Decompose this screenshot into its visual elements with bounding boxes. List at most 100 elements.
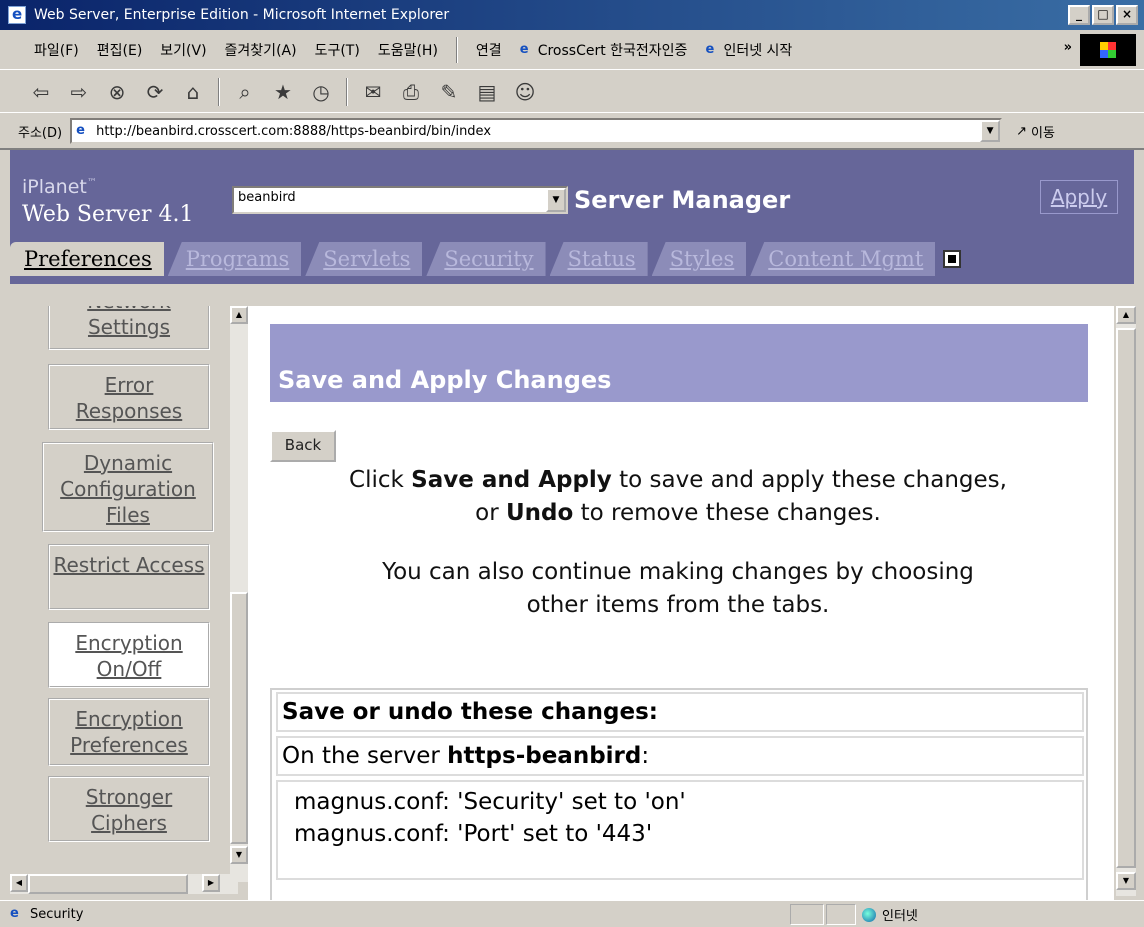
menu-help[interactable]: 도움말(H) (378, 40, 438, 60)
sidebar-item-network-settings[interactable]: Network Settings (48, 306, 210, 350)
scrollbar-thumb[interactable] (1116, 328, 1136, 868)
history-icon[interactable]: ◷ (308, 79, 334, 105)
changes-server-line: On the server https-beanbird: (276, 736, 1084, 776)
internet-globe-icon (862, 907, 876, 922)
menu-tools[interactable]: 도구(T) (315, 40, 360, 60)
content-header-bar: Save and Apply Changes (270, 324, 1088, 402)
status-bar: e Security 인터넷 (0, 900, 1144, 927)
scroll-left-icon[interactable]: ◀ (10, 874, 28, 892)
scroll-up-icon[interactable]: ▲ (230, 306, 248, 324)
mail-icon[interactable]: ✉ (360, 79, 386, 105)
menu-view[interactable]: 보기(V) (160, 40, 206, 60)
sidebar-item-restrict-access[interactable]: Restrict Access (48, 544, 210, 610)
back-button[interactable]: Back (270, 430, 336, 462)
links-overflow-chevron-icon[interactable]: » (1064, 40, 1072, 55)
link-crosscert[interactable]: e CrossCert 한국전자인증 (520, 40, 688, 60)
menu-edit[interactable]: 편집(E) (97, 40, 143, 60)
server-suffix: : (641, 743, 650, 769)
sidebar-item-dynamic-config[interactable]: Dynamic Configuration Files (42, 442, 214, 532)
changes-title: Save or undo these changes: (276, 692, 1084, 732)
instructions-text: Click Save and Apply to save and apply t… (348, 464, 1008, 622)
tab-status[interactable]: Status (549, 242, 648, 276)
tab-scroll-icon[interactable] (943, 250, 962, 268)
msg-mid: to save and apply these changes, (611, 467, 1007, 493)
msg-save-apply: Save and Apply (411, 467, 612, 493)
apply-button[interactable]: Apply (1040, 180, 1118, 214)
sidebar-item-stronger-ciphers[interactable]: Stronger Ciphers (48, 776, 210, 842)
list-item: magnus.conf: 'Security' set to 'on' (294, 789, 686, 815)
toolbar-separator (346, 77, 348, 106)
scrollbar-thumb[interactable] (28, 874, 188, 894)
window-title: Web Server, Enterprise Edition - Microso… (34, 7, 450, 23)
edit-icon[interactable]: ✎ (436, 79, 462, 105)
sidebar-item-encryption-onoff[interactable]: Encryption On/Off (48, 622, 210, 688)
ie-page-icon: e (76, 123, 85, 138)
forward-icon[interactable]: ⇨ (66, 79, 92, 105)
tab-content-mgmt[interactable]: Content Mgmt (750, 242, 936, 276)
server-select-value: beanbird (238, 190, 296, 205)
refresh-icon[interactable]: ⟳ (142, 79, 168, 105)
menu-favorites[interactable]: 즐겨찾기(A) (225, 40, 297, 60)
ie-page-icon: e (705, 41, 715, 57)
search-icon[interactable]: ⌕ (232, 79, 258, 105)
tab-preferences[interactable]: Preferences (10, 242, 164, 276)
scroll-down-icon[interactable]: ▼ (1116, 872, 1136, 890)
address-label: 주소(D) (18, 125, 63, 141)
close-button[interactable]: × (1116, 5, 1138, 25)
back-icon[interactable]: ⇦ (28, 79, 54, 105)
left-vertical-scrollbar[interactable]: ▲ ▼ (230, 306, 248, 882)
server-select[interactable]: beanbird ▼ (232, 186, 568, 214)
links-label: 연결 (475, 42, 502, 59)
security-zone: 인터넷 (862, 905, 918, 924)
link-internet-start[interactable]: e 인터넷 시작 (705, 40, 792, 60)
brand-product: Web Server 4.1 (22, 202, 194, 227)
sidebar-item-error-responses[interactable]: Error Responses (48, 364, 210, 430)
menu-bar: 파일(F) 편집(E) 보기(V) 즐겨찾기(A) 도구(T) 도움말(H) 연… (0, 30, 1144, 70)
left-horizontal-scrollbar[interactable]: ◀ ▶ (10, 874, 238, 894)
tab-styles[interactable]: Styles (651, 242, 747, 276)
sidebar-item-encryption-prefs[interactable]: Encryption Preferences (48, 698, 210, 766)
msg-pre: Click (349, 467, 412, 493)
window-titlebar: Web Server, Enterprise Edition - Microso… (0, 0, 1144, 30)
content-frame: Save and Apply Changes Back Click Save a… (248, 306, 1114, 902)
discuss-icon[interactable]: ▤ (474, 79, 500, 105)
server-manager-header: iPlanet™ Web Server 4.1 beanbird ▼ Serve… (10, 150, 1134, 284)
toolbar-separator (218, 77, 220, 106)
ie-throbber-logo (1080, 34, 1136, 66)
address-input[interactable]: e http://beanbird.crosscert.com:8888/htt… (70, 118, 1003, 144)
chevron-down-icon[interactable]: ▼ (546, 188, 566, 212)
address-dropdown-icon[interactable]: ▼ (980, 120, 1001, 142)
tab-programs[interactable]: Programs (167, 242, 302, 276)
print-icon[interactable]: ⎙ (398, 79, 424, 105)
changes-list: magnus.conf: 'Security' set to 'on' magn… (276, 780, 1084, 880)
tab-servlets[interactable]: Servlets (305, 242, 423, 276)
ie-page-icon: e (519, 41, 529, 57)
menu-file[interactable]: 파일(F) (34, 40, 79, 60)
menu-separator (455, 36, 458, 63)
scrollbar-thumb[interactable] (230, 592, 248, 844)
scroll-right-icon[interactable]: ▶ (202, 874, 220, 892)
home-icon[interactable]: ⌂ (180, 79, 206, 105)
msg-continue: You can also continue making changes by … (382, 559, 974, 618)
messenger-icon[interactable]: ☺ (512, 79, 538, 105)
msg-or: or (475, 500, 506, 526)
server-prefix: On the server (282, 743, 448, 769)
scroll-up-icon[interactable]: ▲ (1116, 306, 1136, 324)
list-item: magnus.conf: 'Port' set to '443' (294, 821, 653, 847)
tab-security[interactable]: Security (426, 242, 546, 276)
server-name: https-beanbird (447, 743, 642, 769)
ie-page-icon: e (10, 906, 19, 921)
status-panel (826, 904, 856, 925)
minimize-button[interactable]: _ (1068, 5, 1090, 25)
content-vertical-scrollbar[interactable]: ▲ ▼ (1116, 306, 1136, 896)
maximize-button[interactable]: □ (1092, 5, 1114, 25)
go-button[interactable]: ↗ 이동 (1016, 122, 1055, 141)
stop-icon[interactable]: ⊗ (104, 79, 130, 105)
scroll-down-icon[interactable]: ▼ (230, 846, 248, 864)
favorites-icon[interactable]: ★ (270, 79, 296, 105)
go-label: 이동 (1030, 125, 1055, 141)
address-url: http://beanbird.crosscert.com:8888/https… (96, 123, 492, 139)
status-panel (790, 904, 824, 925)
ie-app-icon (8, 5, 26, 24)
left-nav-frame: Network Settings Error Responses Dynamic… (10, 306, 248, 896)
